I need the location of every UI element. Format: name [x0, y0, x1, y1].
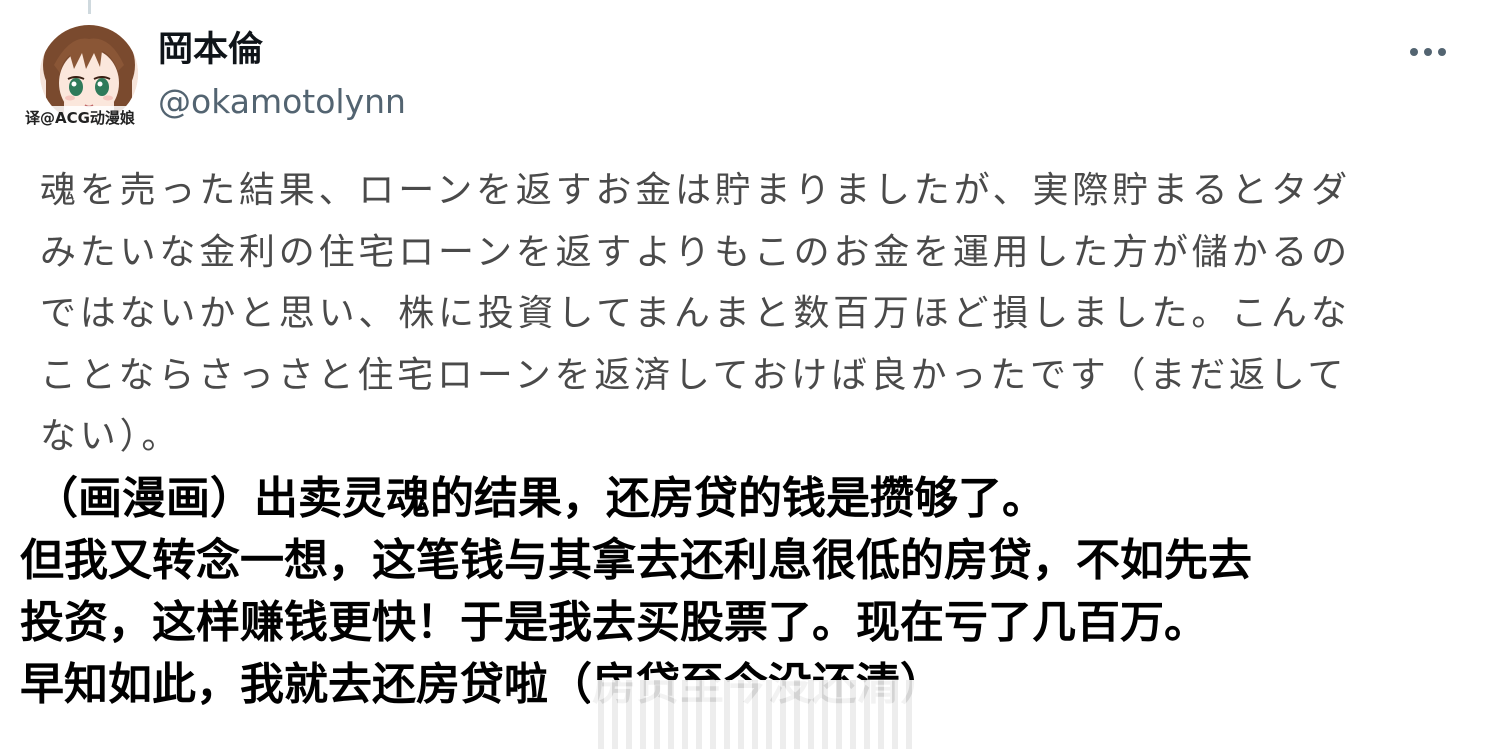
translation-line: （画漫画）出卖灵魂的结果，还房贷的钱是攒够了。	[34, 473, 1046, 524]
author-display-name[interactable]: 岡本倫	[158, 28, 263, 72]
tweet-text-line: 魂を売った結果、ローンを返すお金は貯まりましたが、実際貯まるとタダ	[40, 170, 1351, 211]
tweet-text-line: みたいな金利の住宅ローンを返すよりもこのお金を運用した方が儲かるの	[40, 231, 1351, 273]
translation-line: 但我又转念一想，这笔钱与其拿去还利息很低的房贷，不如先去	[20, 535, 1252, 586]
author-handle[interactable]: @okamotolynn	[158, 80, 406, 124]
more-horizontal-icon	[1410, 48, 1446, 56]
tweet-text-line: ではないかと思い、株に投資してまんまと数百万ほど損しました。こんな	[40, 293, 1351, 334]
tweet-text: 魂を売った結果、ローンを返すお金は貯まりましたが、実際貯まるとタダ みたいな金利…	[40, 160, 1450, 468]
image-blur-overlay	[590, 680, 920, 749]
tweet-text-line: ことならさっさと住宅ローンを返済しておけば良かったです（まだ返して	[40, 354, 1348, 396]
translation-overlay: （画漫画）出卖灵魂的结果，还房贷的钱是攒够了。 但我又转念一想，这笔钱与其拿去还…	[20, 468, 1480, 716]
avatar-watermark: 译@ACG动漫娘	[22, 106, 138, 129]
thread-connector-line	[88, 0, 91, 14]
more-options-button[interactable]	[1406, 34, 1450, 70]
tweet-text-line: ない）。	[40, 416, 182, 457]
translation-line: 投资，这样赚钱更快！于是我去买股票了。现在亏了几百万。	[20, 597, 1208, 648]
